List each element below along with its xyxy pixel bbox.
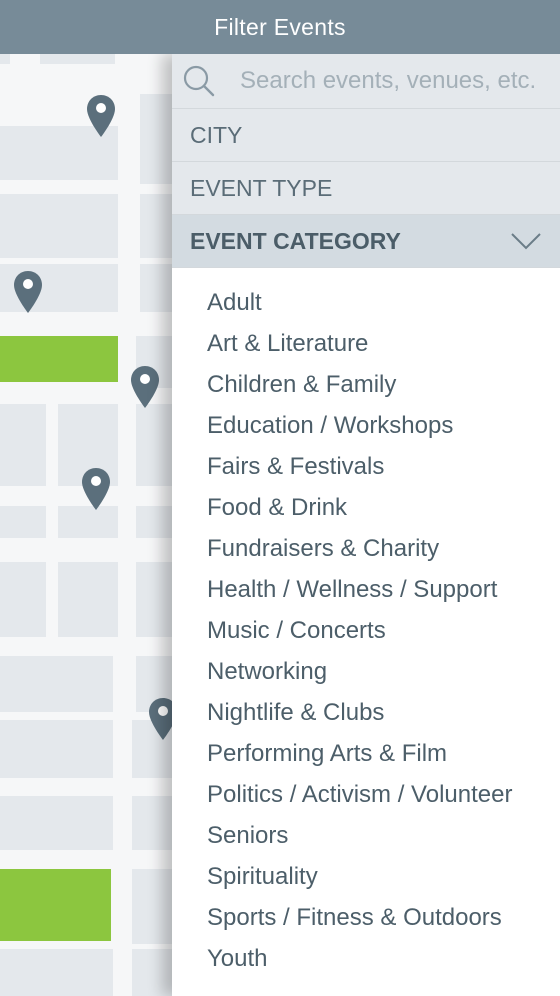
- map-block: [0, 194, 118, 258]
- filter-event-type-label: EVENT TYPE: [190, 174, 333, 201]
- chevron-down-icon[interactable]: [510, 231, 542, 251]
- park-area: [0, 869, 111, 941]
- category-item[interactable]: Spirituality: [207, 856, 560, 897]
- category-item[interactable]: Sports / Fitness & Outdoors: [207, 897, 560, 938]
- filter-city[interactable]: CITY: [172, 109, 560, 162]
- category-item[interactable]: Health / Wellness / Support: [207, 569, 560, 610]
- map-block: [0, 796, 113, 850]
- map-block: [0, 562, 46, 637]
- filter-panel: CITY EVENT TYPE EVENT CATEGORY Adult Art…: [172, 54, 560, 996]
- category-item[interactable]: Education / Workshops: [207, 405, 560, 446]
- category-item[interactable]: Music / Concerts: [207, 610, 560, 651]
- map-block: [132, 796, 172, 850]
- filter-event-category[interactable]: EVENT CATEGORY: [172, 215, 560, 268]
- search-bar: [172, 54, 560, 109]
- map-pin-icon[interactable]: [81, 467, 111, 511]
- category-item[interactable]: Politics / Activism / Volunteer: [207, 774, 560, 815]
- filter-event-type[interactable]: EVENT TYPE: [172, 162, 560, 215]
- category-item[interactable]: Performing Arts & Film: [207, 733, 560, 774]
- map-pin-icon[interactable]: [130, 365, 160, 409]
- category-item[interactable]: Fundraisers & Charity: [207, 528, 560, 569]
- map-block: [0, 404, 46, 486]
- park-area: [0, 336, 118, 382]
- category-item[interactable]: Children & Family: [207, 364, 560, 405]
- category-item[interactable]: Nightlife & Clubs: [207, 692, 560, 733]
- page-title: Filter Events: [214, 13, 346, 40]
- map-block: [0, 949, 113, 996]
- map-block: [140, 194, 172, 258]
- category-item[interactable]: Adult: [207, 282, 560, 323]
- category-item[interactable]: Youth: [207, 938, 560, 979]
- map-block: [140, 264, 172, 312]
- map-block: [136, 506, 172, 538]
- category-item[interactable]: Seniors: [207, 815, 560, 856]
- map-pin-icon[interactable]: [86, 94, 116, 138]
- filter-events-header: Filter Events: [0, 0, 560, 54]
- map-block: [136, 404, 172, 486]
- map-block: [140, 94, 172, 184]
- map-block: [136, 562, 172, 637]
- map-pin-icon[interactable]: [13, 270, 43, 314]
- map-block: [40, 54, 115, 64]
- category-list: Adult Art & Literature Children & Family…: [172, 268, 560, 979]
- filter-event-category-label: EVENT CATEGORY: [190, 227, 401, 254]
- category-item[interactable]: Food & Drink: [207, 487, 560, 528]
- category-item[interactable]: Art & Literature: [207, 323, 560, 364]
- map-block: [132, 869, 172, 944]
- map-view[interactable]: [0, 54, 172, 996]
- search-input[interactable]: [240, 67, 560, 95]
- category-item[interactable]: Networking: [207, 651, 560, 692]
- filter-city-label: CITY: [190, 121, 243, 148]
- category-item[interactable]: Fairs & Festivals: [207, 446, 560, 487]
- map-block: [0, 506, 46, 538]
- map-pin-icon[interactable]: [148, 697, 172, 741]
- map-block: [0, 656, 113, 712]
- map-block: [0, 720, 113, 778]
- map-block: [0, 54, 10, 64]
- search-icon[interactable]: [182, 64, 216, 98]
- map-block: [58, 562, 118, 637]
- map-block: [132, 949, 172, 996]
